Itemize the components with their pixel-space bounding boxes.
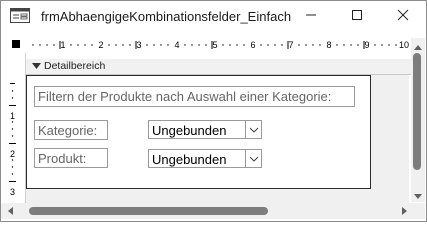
form-detail-body[interactable]: Filtern der Produkte nach Auswahl einer … bbox=[26, 75, 371, 189]
ruler-label-3: 3 bbox=[136, 40, 141, 50]
kategorie-combo[interactable]: Ungebunden bbox=[148, 120, 248, 139]
produkt-combo-dropdown-button[interactable] bbox=[245, 149, 262, 168]
horizontal-ruler[interactable]: 1 2 3 4 5 6 7 8 9 10 bbox=[27, 37, 411, 53]
vruler-label-2: 2 bbox=[10, 149, 15, 159]
produkt-combo[interactable]: Ungebunden bbox=[148, 149, 248, 168]
form-design-window: frmAbhaengigeKombinationsfelder_Einfach bbox=[0, 0, 427, 222]
detail-section-area: Filtern der Produkte nach Auswahl einer … bbox=[26, 75, 409, 203]
arrow-left-icon bbox=[7, 202, 13, 220]
section-collapse-icon bbox=[32, 61, 41, 73]
kategorie-label[interactable]: Kategorie: bbox=[34, 120, 108, 140]
ruler-label-10: 10 bbox=[399, 40, 409, 50]
vruler-label-3: 3 bbox=[10, 187, 15, 197]
kategorie-combo-dropdown-button[interactable] bbox=[245, 120, 262, 139]
close-button[interactable] bbox=[380, 1, 426, 32]
window-title: frmAbhaengigeKombinationsfelder_Einfach bbox=[41, 9, 292, 24]
scrollbar-corner bbox=[411, 203, 425, 219]
heading-label[interactable]: Filtern der Produkte nach Auswahl einer … bbox=[34, 86, 355, 107]
scroll-up-button[interactable] bbox=[413, 41, 423, 51]
ruler-label-4: 4 bbox=[174, 40, 179, 50]
title-bar[interactable]: frmAbhaengigeKombinationsfelder_Einfach bbox=[1, 1, 426, 32]
maximize-icon bbox=[351, 8, 363, 26]
minimize-button[interactable] bbox=[288, 1, 334, 32]
scroll-down-button[interactable] bbox=[413, 190, 423, 200]
produkt-label[interactable]: Produkt: bbox=[34, 148, 108, 168]
form-selector[interactable] bbox=[12, 40, 20, 48]
detail-section-header[interactable]: Detailbereich bbox=[26, 59, 411, 75]
chevron-down-icon bbox=[249, 150, 259, 168]
vruler-label-1: 1 bbox=[10, 111, 15, 121]
ruler-label-2: 2 bbox=[98, 40, 103, 50]
vertical-scroll-thumb[interactable] bbox=[413, 53, 421, 170]
scroll-right-button[interactable] bbox=[399, 206, 409, 216]
ruler-label-9: 9 bbox=[364, 40, 369, 50]
arrow-down-icon bbox=[414, 186, 422, 204]
form-app-icon bbox=[10, 8, 30, 23]
scroll-left-button[interactable] bbox=[5, 206, 15, 216]
ruler-label-7: 7 bbox=[288, 40, 293, 50]
ruler-label-8: 8 bbox=[326, 40, 331, 50]
close-icon bbox=[397, 8, 409, 26]
ruler-label-5: 5 bbox=[212, 40, 217, 50]
ruler-label-1: 1 bbox=[60, 40, 65, 50]
horizontal-scroll-thumb[interactable] bbox=[29, 207, 268, 215]
ruler-label-6: 6 bbox=[250, 40, 255, 50]
arrow-right-icon bbox=[401, 202, 407, 220]
chevron-down-icon bbox=[249, 121, 259, 139]
vertical-ruler[interactable]: 1 2 3 bbox=[1, 77, 25, 201]
maximize-button[interactable] bbox=[334, 1, 380, 32]
detail-section-label: Detailbereich bbox=[44, 60, 106, 72]
minimize-icon bbox=[305, 8, 317, 26]
